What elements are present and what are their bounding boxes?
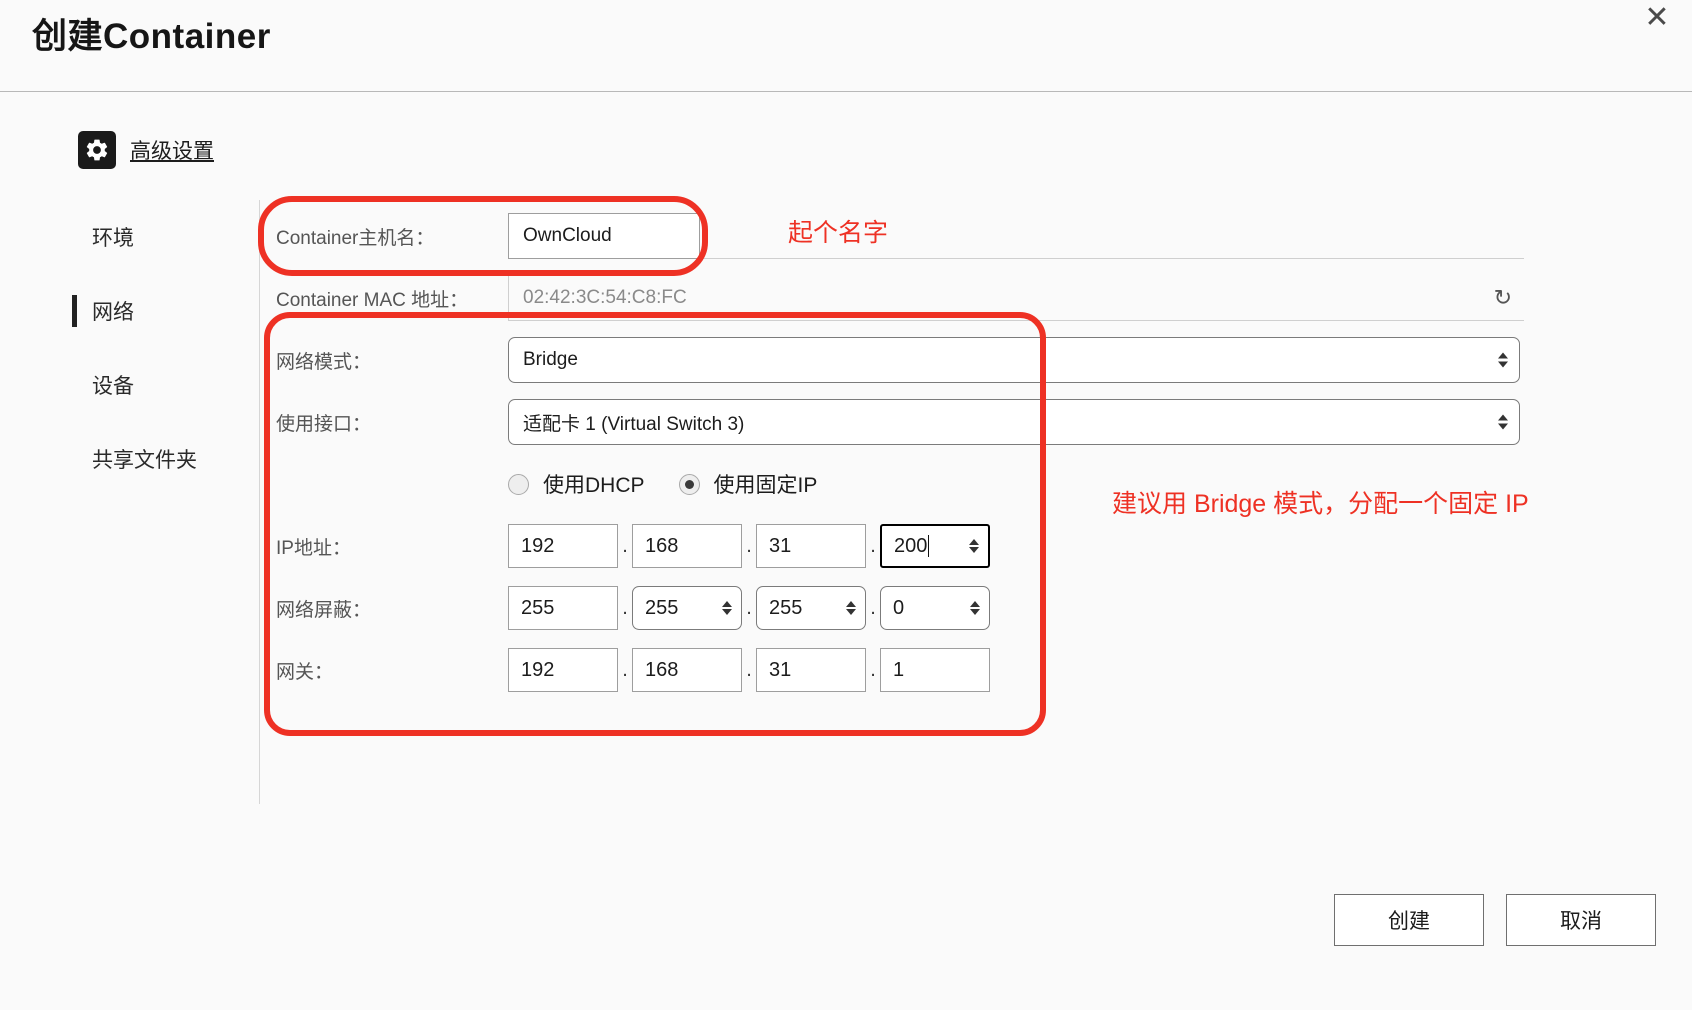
sidebar-item-label: 环境 [92, 227, 134, 250]
netmask-octet-1[interactable]: 255 [508, 586, 618, 630]
ip-octet-4-value: 200 [894, 534, 928, 557]
ip-address-octets: 192 . 168 . 31 . 200 [508, 524, 1524, 568]
gear-icon [78, 131, 116, 169]
create-container-dialog: 创建Container ✕ 高级设置 环境 网络 设备 共享文件夹 Contai… [0, 0, 1692, 1010]
hostname-input[interactable]: OwnCloud [508, 212, 700, 259]
active-indicator [72, 443, 77, 475]
interface-label: 使用接口： [276, 413, 372, 435]
field-row-ip-address: IP地址： 192 . 168 . 31 . 200 [276, 515, 1524, 577]
netmask-octet-4-value: 0 [893, 596, 905, 619]
mac-underline: 02:42:3C:54:C8:FC ↻ [508, 275, 1524, 321]
field-row-hostname: Container主机名： OwnCloud [276, 205, 1524, 267]
netmask-octet-3[interactable]: 255 [756, 586, 866, 630]
network-mode-value: Bridge [523, 349, 578, 370]
octet-separator: . [622, 658, 628, 681]
close-icon[interactable]: ✕ [1640, 2, 1674, 36]
radio-static-ip-circle [678, 473, 700, 495]
sidebar-item-label: 网络 [92, 301, 134, 324]
sidebar: 环境 网络 设备 共享文件夹 [70, 200, 260, 804]
hostname-underline: OwnCloud [508, 212, 1524, 259]
chevron-updown-icon [1498, 414, 1508, 430]
octet-separator: . [870, 658, 876, 681]
dialog-titlebar: 创建Container ✕ [0, 0, 1692, 92]
octet-separator: . [622, 596, 628, 619]
active-indicator [72, 221, 77, 253]
ip-octet-4[interactable]: 200 [880, 524, 990, 568]
mac-label: Container MAC 地址： [276, 289, 469, 311]
netmask-octet-2-value: 255 [645, 596, 679, 619]
netmask-label: 网络屏蔽： [276, 599, 372, 621]
stepper-icon[interactable] [970, 601, 980, 615]
octet-separator: . [870, 534, 876, 557]
advanced-settings-link[interactable]: 高级设置 [78, 131, 214, 169]
gateway-octets: 192 . 168 . 31 . 1 [508, 648, 1524, 692]
field-row-mac: Container MAC 地址： 02:42:3C:54:C8:FC ↻ [276, 267, 1524, 329]
sidebar-item-device[interactable]: 设备 [70, 348, 259, 422]
ip-octet-1[interactable]: 192 [508, 524, 618, 568]
netmask-octet-4[interactable]: 0 [880, 586, 990, 630]
octet-separator: . [746, 658, 752, 681]
field-row-netmask: 网络屏蔽： 255 . 255 . 255 . 0 [276, 577, 1524, 639]
network-mode-control: Bridge [508, 337, 1524, 383]
network-mode-label: 网络模式： [276, 351, 372, 373]
sidebar-item-label: 共享文件夹 [92, 449, 197, 472]
field-row-interface: 使用接口： 适配卡 1 (Virtual Switch 3) [276, 391, 1524, 453]
field-row-gateway: 网关： 192 . 168 . 31 . 1 [276, 639, 1524, 701]
stepper-icon[interactable] [969, 539, 979, 553]
mac-control: 02:42:3C:54:C8:FC ↻ [508, 275, 1524, 321]
radio-dhcp-circle [508, 473, 529, 495]
refresh-icon[interactable]: ↻ [1494, 286, 1512, 309]
octet-separator: . [746, 534, 752, 557]
sidebar-item-shared-folder[interactable]: 共享文件夹 [70, 422, 259, 496]
netmask-octets: 255 . 255 . 255 . 0 [508, 586, 1524, 630]
active-indicator [72, 369, 77, 401]
sidebar-item-network[interactable]: 网络 [70, 274, 259, 348]
ip-octet-2[interactable]: 168 [632, 524, 742, 568]
gateway-octet-4[interactable]: 1 [880, 648, 990, 692]
gateway-octet-2[interactable]: 168 [632, 648, 742, 692]
interface-control: 适配卡 1 (Virtual Switch 3) [508, 399, 1524, 445]
annotation-text-hostname: 起个名字 [788, 219, 889, 247]
radio-static-ip-label: 使用固定IP [713, 474, 818, 497]
netmask-octet-3-value: 255 [769, 596, 803, 619]
page-title: 创建Container [32, 17, 271, 56]
hostname-control: OwnCloud [508, 212, 1524, 259]
radio-dhcp-label: 使用DHCP [543, 474, 645, 497]
ip-octet-3[interactable]: 31 [756, 524, 866, 568]
chevron-updown-icon [1498, 352, 1508, 368]
active-indicator [72, 295, 77, 327]
cancel-button[interactable]: 取消 [1506, 894, 1656, 946]
advanced-settings-label[interactable]: 高级设置 [130, 135, 214, 165]
netmask-control: 255 . 255 . 255 . 0 [508, 586, 1524, 630]
gateway-control: 192 . 168 . 31 . 1 [508, 648, 1524, 692]
hostname-label: Container主机名： [276, 227, 435, 249]
gateway-label: 网关： [276, 661, 334, 683]
field-row-network-mode: 网络模式： Bridge [276, 329, 1524, 391]
interface-select[interactable]: 适配卡 1 (Virtual Switch 3) [508, 399, 1520, 445]
ip-address-control: 192 . 168 . 31 . 200 [508, 524, 1524, 568]
octet-separator: . [622, 534, 628, 557]
annotation-text-network: 建议用 Bridge 模式，分配一个固定 IP [1112, 490, 1529, 518]
create-button[interactable]: 创建 [1334, 894, 1484, 946]
gateway-octet-3[interactable]: 31 [756, 648, 866, 692]
sidebar-item-label: 设备 [92, 375, 134, 398]
radio-static-ip[interactable]: 使用固定IP [678, 469, 818, 499]
interface-value: 适配卡 1 (Virtual Switch 3) [523, 413, 745, 435]
netmask-octet-2[interactable]: 255 [632, 586, 742, 630]
ip-address-label: IP地址： [276, 537, 351, 559]
mac-value: 02:42:3C:54:C8:FC [523, 286, 687, 308]
gateway-octet-1[interactable]: 192 [508, 648, 618, 692]
octet-separator: . [746, 596, 752, 619]
network-mode-select[interactable]: Bridge [508, 337, 1520, 383]
radio-dhcp[interactable]: 使用DHCP [508, 469, 645, 499]
sidebar-item-environment[interactable]: 环境 [70, 200, 259, 274]
stepper-icon[interactable] [846, 601, 856, 615]
stepper-icon[interactable] [722, 601, 732, 615]
network-settings-form: Container主机名： OwnCloud Container MAC 地址：… [276, 205, 1524, 701]
dialog-footer: 创建 取消 [1334, 894, 1656, 946]
octet-separator: . [870, 596, 876, 619]
